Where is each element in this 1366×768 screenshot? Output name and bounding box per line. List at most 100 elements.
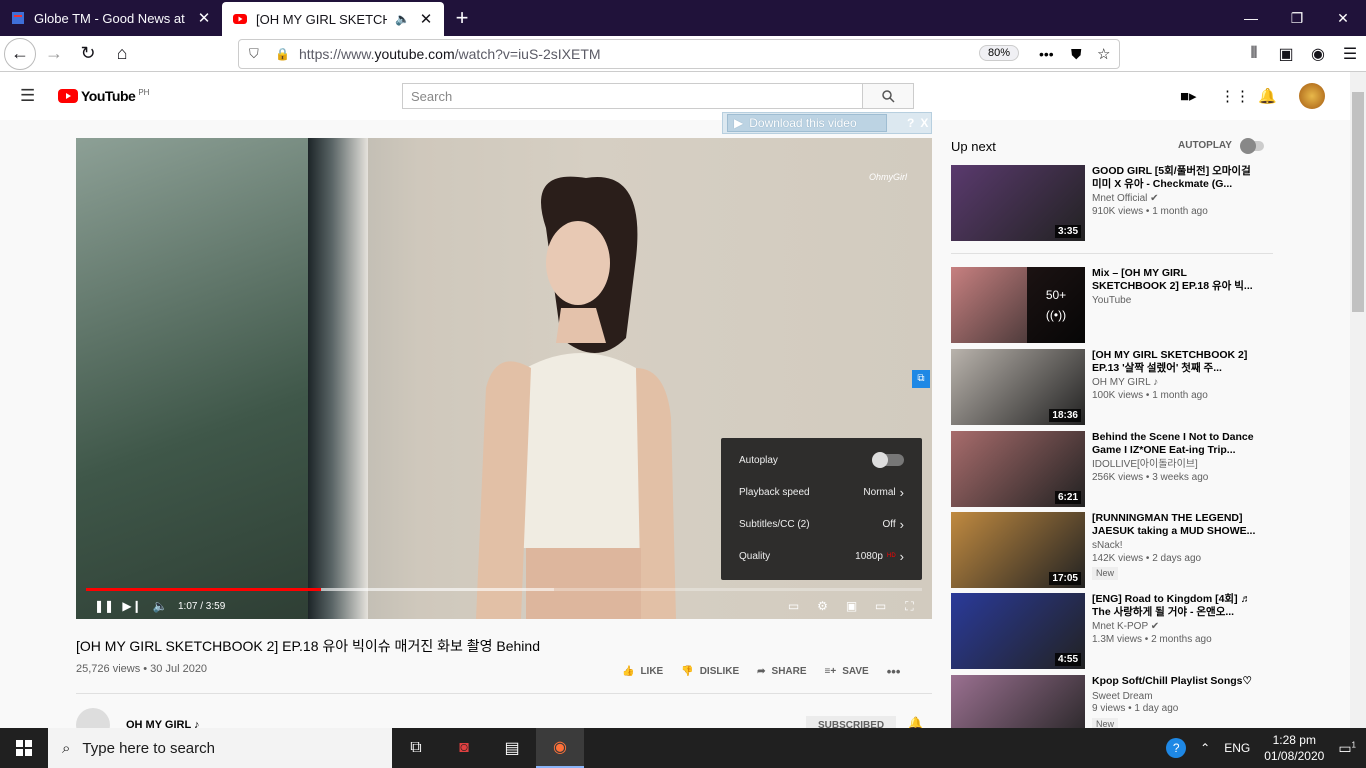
speaker-icon[interactable]: 🔈: [395, 12, 410, 26]
new-tab-button[interactable]: +: [444, 0, 480, 36]
subtitles-icon[interactable]: ▭: [779, 599, 808, 614]
close-window-icon[interactable]: ✕: [1320, 0, 1366, 36]
zoom-level[interactable]: 80%: [979, 45, 1020, 61]
save-button[interactable]: ≡+ SAVE: [825, 664, 869, 679]
recommendation-item[interactable]: 50+ ((•)) Mix – [OH MY GIRL SKETCHBOOK 2] …: [951, 267, 1271, 343]
theater-mode-icon[interactable]: ▭: [866, 599, 895, 614]
settings-gear-icon[interactable]: ⚙: [808, 599, 837, 614]
pocket-icon[interactable]: ⛊: [1071, 46, 1082, 63]
firefox-icon[interactable]: ◉: [536, 728, 584, 768]
close-icon[interactable]: X: [920, 116, 928, 130]
video-thumbnail[interactable]: 50+ ((•)): [951, 267, 1085, 343]
recommendation-channel[interactable]: Mnet K-POP ✔: [1092, 621, 1262, 634]
video-thumbnail[interactable]: 6:21: [951, 431, 1085, 507]
shield-icon[interactable]: ⛉: [249, 46, 259, 62]
taskbar-search[interactable]: ⌕ Type here to search: [48, 728, 392, 768]
video-actions: 👍 LIKE 👎 DISLIKE ➦ SHARE ≡+ SAVE •••: [622, 664, 900, 679]
recommendation-item[interactable]: 4:55 [ENG] Road to Kingdom [4회] ♬ The 사랑하…: [951, 593, 1271, 669]
clock[interactable]: 1:28 pm 01/08/2020: [1264, 732, 1324, 764]
search-icon: ⌕: [62, 739, 71, 757]
bookmark-star-icon[interactable]: ☆: [1097, 45, 1110, 63]
settings-subtitles[interactable]: Subtitles/CC (2) Off ›: [721, 508, 922, 540]
sidebar-icon[interactable]: ▣: [1270, 44, 1302, 64]
more-actions-icon[interactable]: •••: [1039, 46, 1054, 62]
video-thumbnail[interactable]: 18:36: [951, 349, 1085, 425]
fullscreen-icon[interactable]: ⛶: [895, 599, 924, 614]
search-input[interactable]: Search: [402, 83, 863, 109]
reload-button[interactable]: ↻: [72, 38, 104, 70]
create-video-icon[interactable]: ■▸: [1180, 87, 1197, 105]
miniplayer-icon[interactable]: ▣: [837, 599, 866, 614]
app-icon-red[interactable]: ◙: [440, 728, 488, 768]
notifications-bell-icon[interactable]: 🔔: [1258, 87, 1277, 105]
page-scrollbar[interactable]: [1350, 72, 1366, 728]
url-bar[interactable]: ⛉ 🔒 https://www.youtube.com/watch?v=iuS-…: [238, 39, 1120, 69]
recommendation-title[interactable]: Kpop Soft/Chill Playlist Songs♡: [1092, 675, 1262, 688]
recommendation-channel[interactable]: Sweet Dream: [1092, 691, 1262, 704]
restore-icon[interactable]: ❐: [1274, 0, 1320, 36]
settings-autoplay[interactable]: Autoplay: [721, 444, 922, 476]
recommendation-channel[interactable]: IDOLLIVE[아이돌라이브]: [1092, 459, 1262, 472]
video-thumbnail[interactable]: 4:55: [951, 593, 1085, 669]
help-icon[interactable]: ?: [1166, 738, 1187, 758]
recommendation-title[interactable]: GOOD GIRL [5회/풀버전] 오마이걸 미미 X 유아 - Checkm…: [1092, 165, 1262, 190]
pause-icon[interactable]: ❚❚: [90, 599, 118, 613]
recommendation-item[interactable]: 17:05 [RUNNINGMAN THE LEGEND] JAESUK taki…: [951, 512, 1271, 588]
recommendation-title[interactable]: [OH MY GIRL SKETCHBOOK 2] EP.13 '살짝 설렜어'…: [1092, 349, 1262, 374]
video-player[interactable]: OhmyGirl ⧉ Autoplay Playback speed Norma…: [76, 138, 932, 619]
menu-icon[interactable]: ☰: [1334, 44, 1366, 64]
library-icon[interactable]: ⫴: [1238, 45, 1270, 63]
recommendation-channel[interactable]: Mnet Official ✔: [1092, 193, 1262, 206]
cast-icon[interactable]: ⧉: [912, 370, 930, 388]
back-button[interactable]: ←: [4, 37, 36, 70]
help-icon[interactable]: ?: [907, 116, 914, 130]
search-button[interactable]: [862, 83, 914, 109]
volume-icon[interactable]: 🔈: [146, 599, 174, 613]
chevron-up-icon[interactable]: ⌃: [1200, 741, 1210, 755]
recommendation-item[interactable]: 6:21 Behind the Scene I Not to Dance Game…: [951, 431, 1271, 507]
notifications-icon[interactable]: ▭1: [1338, 740, 1356, 757]
autoplay-toggle[interactable]: [872, 452, 904, 468]
recommendation-title[interactable]: Mix – [OH MY GIRL SKETCHBOOK 2] EP.18 유아…: [1092, 267, 1262, 292]
next-icon[interactable]: ▶❙: [118, 599, 146, 613]
forward-button[interactable]: →: [38, 38, 70, 70]
close-icon[interactable]: ✕: [196, 9, 212, 27]
apps-grid-icon[interactable]: ⋮⋮: [1220, 87, 1250, 105]
hamburger-menu-icon[interactable]: ☰: [20, 86, 35, 106]
recommendation-channel[interactable]: YouTube: [1092, 295, 1262, 308]
scrollbar-thumb[interactable]: [1352, 92, 1364, 312]
recommendation-title[interactable]: [ENG] Road to Kingdom [4회] ♬ The 사랑하게 될 …: [1092, 593, 1262, 618]
home-icon[interactable]: ⌂: [106, 38, 138, 70]
browser-tab-youtube[interactable]: [OH MY GIRL SKETCHBOOK 🔈 ✕: [222, 2, 444, 36]
avatar[interactable]: [1299, 83, 1325, 109]
lock-icon[interactable]: 🔒: [275, 47, 290, 61]
task-view-icon[interactable]: ⧉: [392, 728, 440, 768]
youtube-logo[interactable]: YouTube PH: [58, 88, 149, 104]
swf-app-icon[interactable]: ▤: [488, 728, 536, 768]
close-icon[interactable]: ✕: [418, 10, 434, 28]
language-indicator[interactable]: ENG: [1224, 741, 1250, 755]
recommendation-item[interactable]: 18:36 [OH MY GIRL SKETCHBOOK 2] EP.13 '살짝…: [951, 349, 1271, 425]
account-icon[interactable]: ◉: [1302, 44, 1334, 64]
minimize-icon[interactable]: —: [1228, 0, 1274, 36]
video-thumbnail[interactable]: 17:05: [951, 512, 1085, 588]
browser-tab-globe[interactable]: Globe TM - Good News at Bad ✕: [0, 0, 222, 36]
progress-bar[interactable]: [86, 588, 922, 591]
recommendation-channel[interactable]: sNack!: [1092, 540, 1262, 553]
settings-playback-speed[interactable]: Playback speed Normal ›: [721, 476, 922, 508]
share-button[interactable]: ➦ SHARE: [757, 664, 806, 679]
settings-quality[interactable]: Quality 1080p HD ›: [721, 540, 922, 572]
more-options-icon[interactable]: •••: [887, 664, 901, 679]
recommendation-item[interactable]: 3:35 GOOD GIRL [5회/풀버전] 오마이걸 미미 X 유아 - Ch…: [951, 165, 1271, 241]
download-video-button[interactable]: ▶ Download this video: [727, 114, 887, 132]
recommendation-channel[interactable]: OH MY GIRL ♪: [1092, 377, 1262, 390]
autoplay-toggle[interactable]: [1239, 137, 1264, 154]
video-thumbnail[interactable]: 3:35: [951, 165, 1085, 241]
windows-start-button[interactable]: [0, 728, 48, 768]
youtube-favicon-icon: [233, 14, 247, 24]
recommendation-title[interactable]: [RUNNINGMAN THE LEGEND] JAESUK taking a …: [1092, 512, 1262, 537]
recommendation-title[interactable]: Behind the Scene I Not to Dance Game I I…: [1092, 431, 1262, 456]
dislike-button[interactable]: 👎 DISLIKE: [681, 664, 739, 679]
thumbs-down-icon: 👎: [681, 666, 694, 677]
like-button[interactable]: 👍 LIKE: [622, 664, 663, 679]
